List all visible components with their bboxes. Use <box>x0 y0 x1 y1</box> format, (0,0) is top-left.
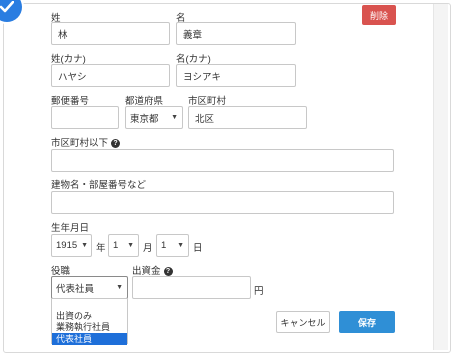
yen-unit: 円 <box>254 286 264 297</box>
prefecture-label: 都道府県 <box>125 96 164 107</box>
postal-code-label: 郵便番号 <box>51 96 90 107</box>
postal-code-field[interactable] <box>51 106 119 129</box>
prefecture-select[interactable]: 東京都 ▼ <box>125 106 183 129</box>
chevron-down-icon: ▼ <box>81 242 89 249</box>
scrollbar[interactable] <box>433 4 448 350</box>
birth-day-select[interactable]: 1 ▼ <box>156 234 189 257</box>
first-name-field[interactable]: 義章 <box>176 22 296 45</box>
birth-date-label: 生年月日 <box>51 223 90 234</box>
question-circle-icon[interactable]: ? <box>111 138 121 148</box>
position-label: 役職 <box>51 266 71 277</box>
question-circle-icon[interactable]: ? <box>163 266 173 276</box>
last-name-kana-field[interactable]: ハヤシ <box>51 64 170 87</box>
month-unit: 月 <box>143 243 153 254</box>
city-field[interactable]: 北区 <box>188 106 307 129</box>
cancel-button[interactable]: キャンセル <box>276 311 330 333</box>
building-field[interactable] <box>51 191 394 214</box>
investment-field[interactable] <box>132 276 251 299</box>
birth-month-value: 1 <box>113 240 119 251</box>
delete-button[interactable]: 削除 <box>362 5 396 25</box>
city-label: 市区町村 <box>188 96 227 107</box>
address-rest-label-text: 市区町村以下 <box>51 138 109 149</box>
first-name-kana-label: 名(カナ) <box>176 54 211 65</box>
building-label: 建物名・部屋番号など <box>51 180 147 191</box>
prefecture-value: 東京都 <box>130 113 159 125</box>
position-option[interactable]: 業務執行社員 <box>52 321 127 333</box>
address-rest-label: 市区町村以下? <box>51 135 121 149</box>
last-name-kana-label: 姓(カナ) <box>51 54 86 65</box>
investment-label: 出資金? <box>132 263 173 277</box>
position-select[interactable]: 代表社員 ▼ <box>51 276 128 299</box>
year-unit: 年 <box>96 243 106 254</box>
chevron-down-icon: ▼ <box>116 284 123 291</box>
chevron-down-icon: ▼ <box>171 114 178 121</box>
save-button[interactable]: 保存 <box>339 311 395 333</box>
birth-day-value: 1 <box>161 240 167 251</box>
birth-year-select[interactable]: 1915 ▼ <box>51 234 92 257</box>
position-value: 代表社員 <box>56 283 95 295</box>
chevron-down-icon: ▼ <box>177 242 184 249</box>
position-option-selected[interactable]: 代表社員 <box>52 333 127 345</box>
last-name-field[interactable]: 林 <box>51 22 170 45</box>
first-name-kana-field[interactable]: ヨシアキ <box>176 64 296 87</box>
position-dropdown-list: 出資のみ 業務執行社員 代表社員 <box>51 298 128 345</box>
address-rest-field[interactable] <box>51 149 394 172</box>
chevron-down-icon: ▼ <box>127 242 134 249</box>
birth-month-select[interactable]: 1 ▼ <box>108 234 139 257</box>
day-unit: 日 <box>193 243 203 254</box>
birth-year-value: 1915 <box>56 240 78 251</box>
